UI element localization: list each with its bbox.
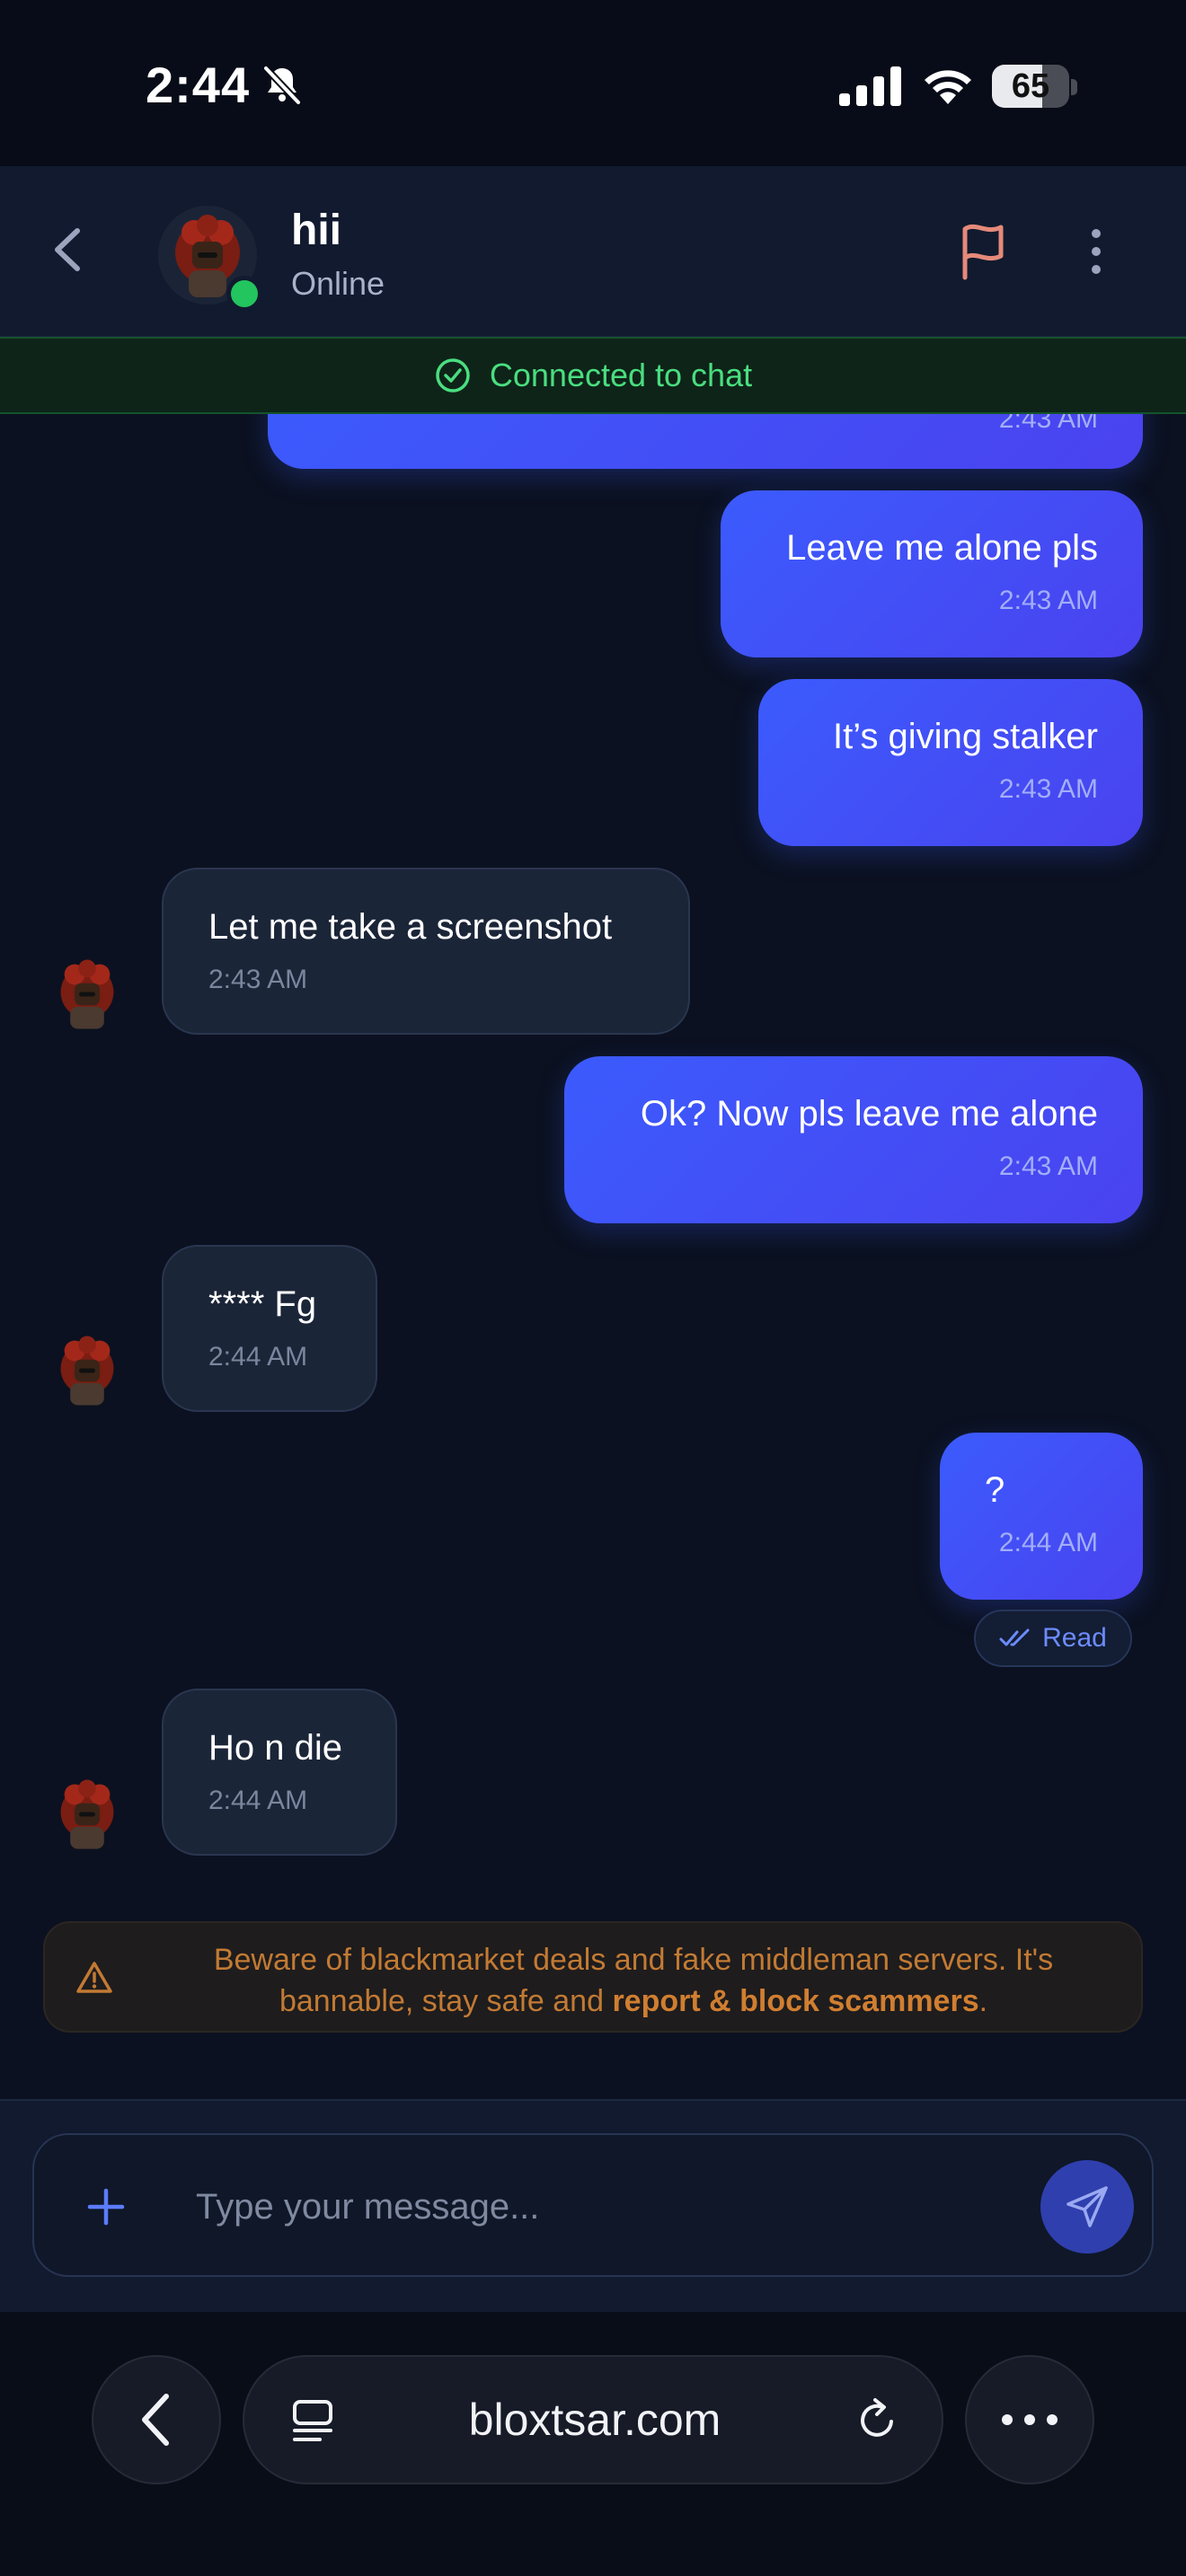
contact-name: hii — [291, 207, 341, 254]
warning-triangle-icon — [76, 1962, 112, 1993]
wifi-icon — [925, 70, 971, 104]
back-chevron-icon[interactable] — [45, 220, 90, 279]
message-text: Let me take a screenshot — [208, 907, 613, 947]
message-time: 2:44 AM — [998, 1528, 1098, 1557]
more-horizontal-icon — [1002, 2414, 1058, 2425]
message-time: 2:43 AM — [998, 586, 1098, 615]
message-text: Ho n die — [208, 1728, 342, 1768]
connection-status-text: Connected to chat — [489, 357, 753, 393]
composer-bar — [0, 2099, 1186, 2312]
message-bubble-outgoing[interactable]: 2:43 AM — [268, 414, 1143, 469]
warning-text-emphasis[interactable]: report & block scammers — [612, 1984, 978, 2018]
read-receipt-text: Read — [1042, 1623, 1107, 1653]
message-time: 2:44 AM — [208, 1342, 308, 1372]
send-button[interactable] — [1040, 2160, 1134, 2254]
browser-toolbar: bloxtsar.com — [0, 2312, 1186, 2576]
message-bubble-incoming[interactable]: Let me take a screenshot 2:43 AM — [162, 868, 690, 1035]
message-input[interactable] — [196, 2171, 1022, 2243]
message-text: Leave me alone pls — [786, 528, 1098, 568]
address-bar[interactable]: bloxtsar.com — [243, 2355, 943, 2484]
message-text: **** Fg — [208, 1284, 317, 1324]
status-time: 2:44 — [146, 57, 251, 113]
battery-cap — [1071, 79, 1077, 95]
reload-icon[interactable] — [852, 2395, 902, 2445]
message-bubble-outgoing[interactable]: Ok? Now pls leave me alone 2:43 AM — [564, 1056, 1143, 1223]
bell-slash-icon — [263, 66, 301, 105]
message-time: 2:43 AM — [208, 965, 308, 994]
browser-more-button[interactable] — [965, 2355, 1094, 2484]
message-list[interactable]: 2:43 AM Leave me alone pls 2:43 AM It’s … — [0, 414, 1186, 2099]
scam-warning-banner: Beware of blackmarket deals and fake mid… — [43, 1921, 1143, 2033]
tabs-icon[interactable] — [288, 2396, 338, 2447]
message-time: 2:43 AM — [998, 774, 1098, 804]
message-composer — [32, 2133, 1154, 2277]
chat-header: hii Online — [0, 166, 1186, 337]
battery-indicator: 65 — [992, 65, 1069, 108]
warning-text: Beware of blackmarket deals and fake mid… — [153, 1939, 1114, 2022]
message-text: Ok? Now pls leave me alone — [640, 1094, 1098, 1134]
plus-icon[interactable] — [79, 2180, 133, 2234]
message-bubble-incoming[interactable]: **** Fg 2:44 AM — [162, 1245, 377, 1412]
message-text: It’s giving stalker — [833, 717, 1098, 756]
message-text: ? — [985, 1470, 1005, 1510]
sender-avatar[interactable] — [47, 1774, 128, 1855]
send-icon — [1067, 2186, 1108, 2228]
message-bubble-outgoing[interactable]: ? 2:44 AM — [940, 1433, 1143, 1600]
online-status-dot — [226, 276, 262, 312]
more-vertical-icon[interactable] — [1078, 220, 1114, 283]
read-receipt-badge: Read — [974, 1610, 1132, 1667]
double-check-icon — [999, 1628, 1030, 1646]
message-time: 2:44 AM — [208, 1786, 308, 1815]
contact-avatar[interactable] — [158, 206, 262, 312]
message-bubble-incoming[interactable]: Ho n die 2:44 AM — [162, 1689, 397, 1856]
cellular-signal-icon — [839, 66, 901, 106]
sender-avatar[interactable] — [47, 1330, 128, 1411]
battery-percent: 65 — [1011, 67, 1050, 105]
message-time: 2:43 AM — [998, 1151, 1098, 1181]
message-bubble-outgoing[interactable]: It’s giving stalker 2:43 AM — [758, 679, 1143, 846]
status-bar: 2:44 65 — [0, 0, 1186, 166]
browser-back-button[interactable] — [92, 2355, 221, 2484]
back-chevron-icon — [142, 2394, 169, 2446]
check-circle-icon — [436, 358, 470, 393]
connection-banner: Connected to chat — [0, 337, 1186, 414]
report-flag-icon[interactable] — [956, 220, 1012, 283]
contact-status: Online — [291, 265, 385, 302]
message-bubble-outgoing[interactable]: Leave me alone pls 2:43 AM — [721, 490, 1143, 657]
sender-avatar[interactable] — [47, 954, 128, 1035]
warning-text-end: . — [978, 1984, 988, 2018]
message-time: 2:43 AM — [998, 414, 1098, 434]
url-text[interactable]: bloxtsar.com — [352, 2357, 837, 2483]
